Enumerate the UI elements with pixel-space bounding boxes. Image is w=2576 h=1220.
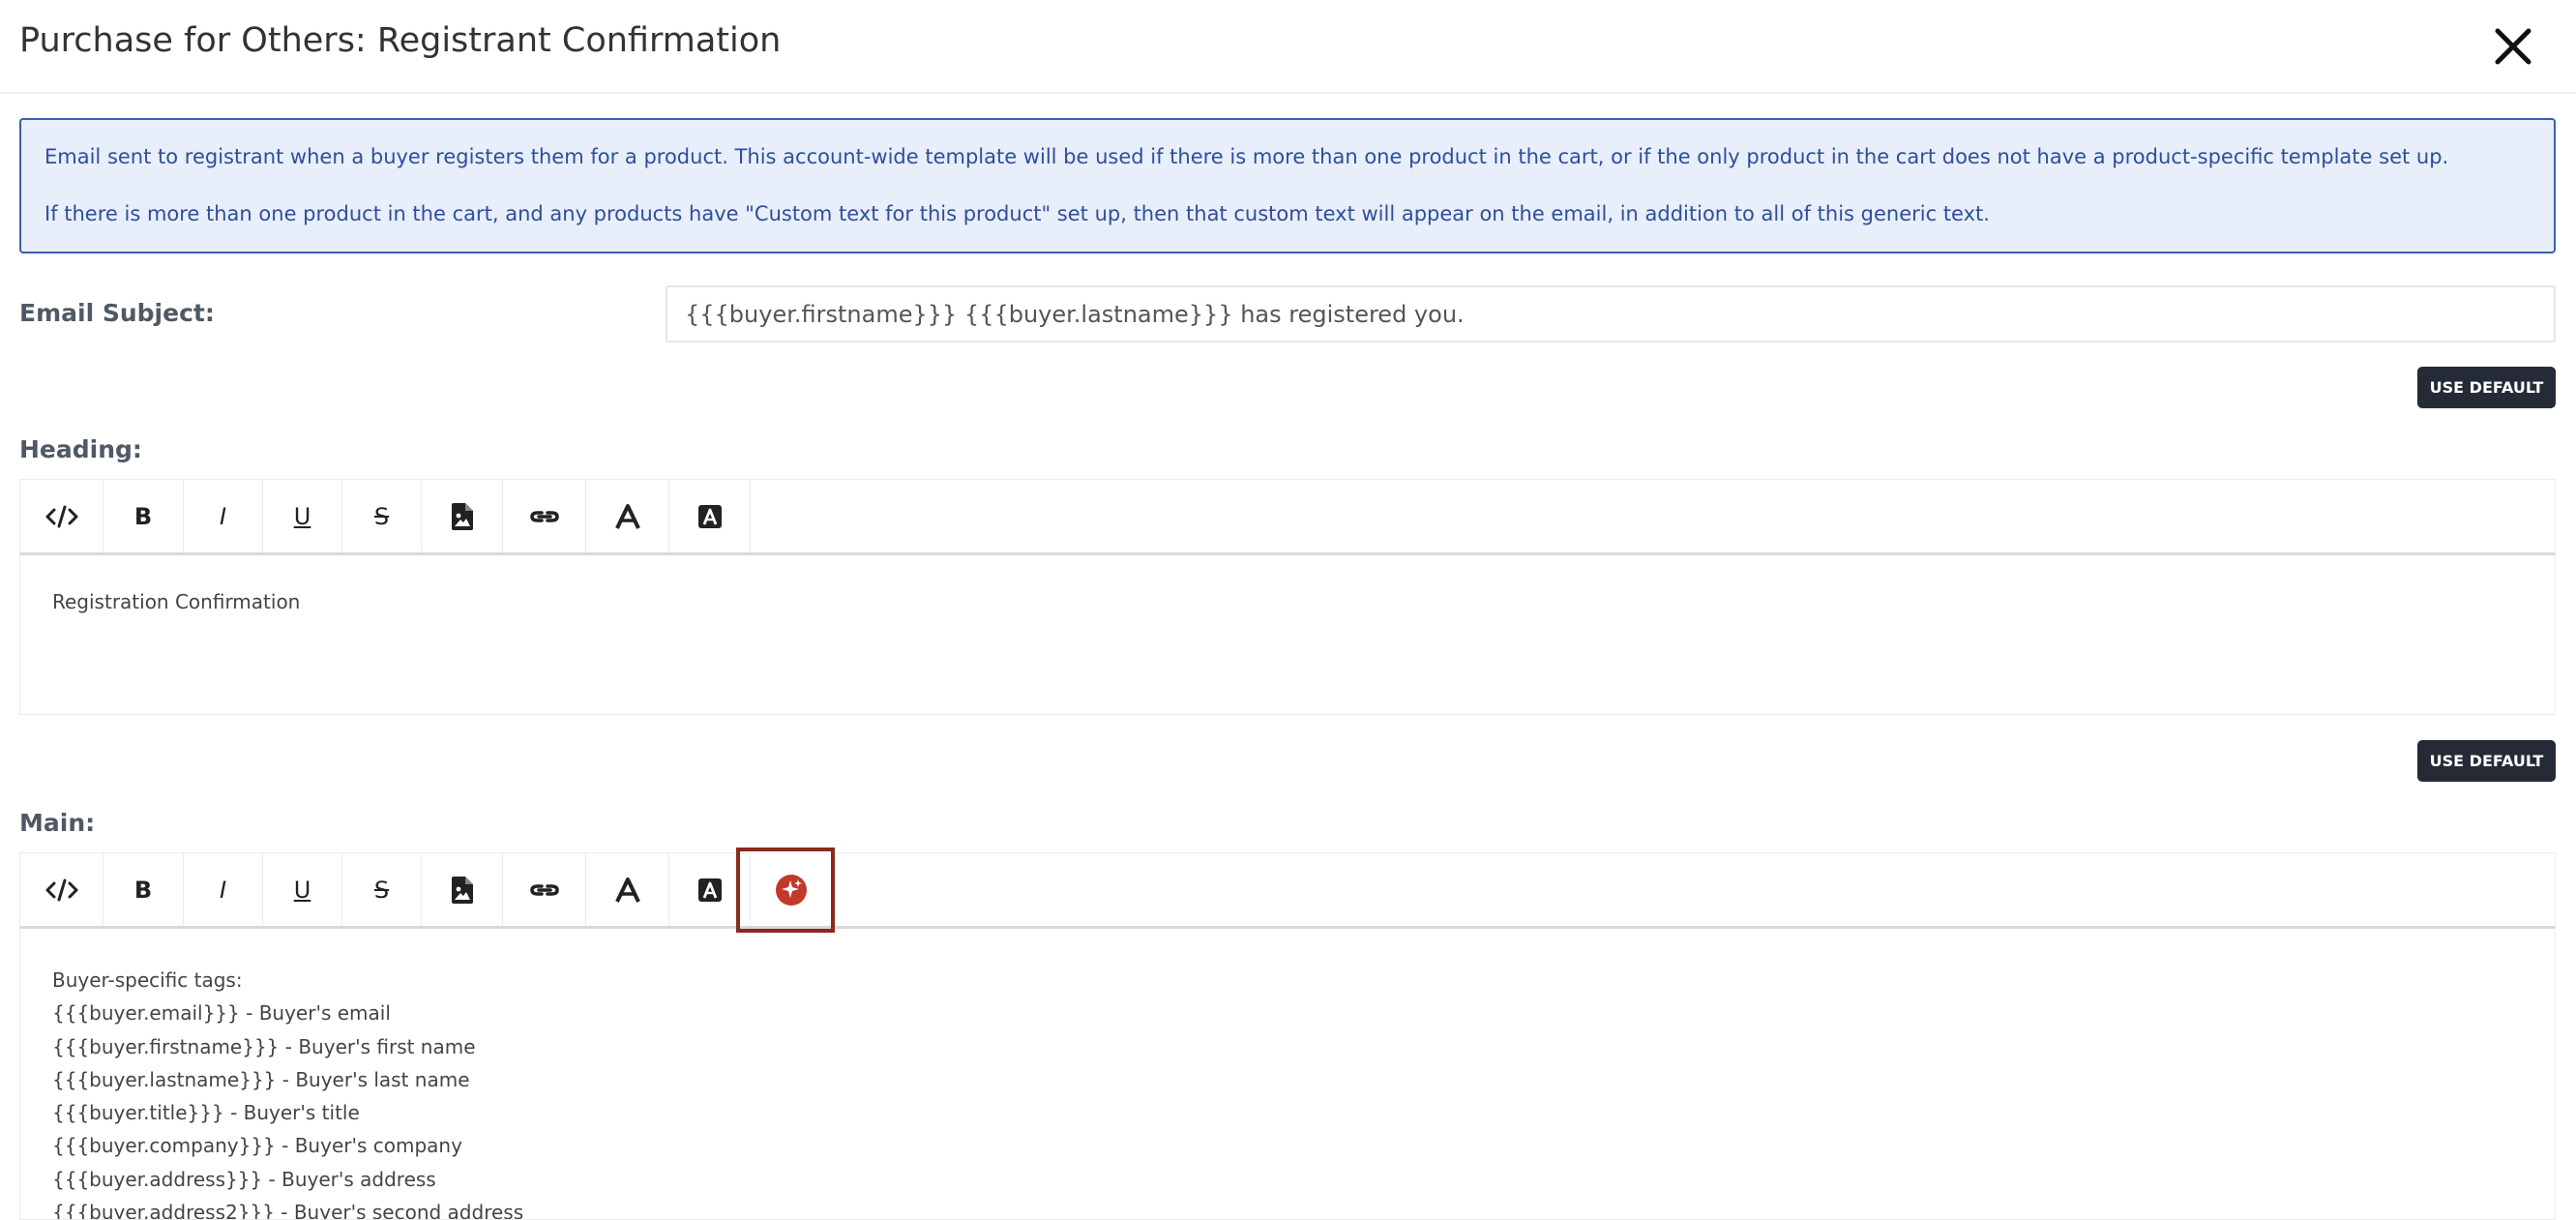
info-alert: Email sent to registrant when a buyer re… bbox=[19, 118, 2556, 253]
background-color-button[interactable] bbox=[669, 480, 751, 552]
sparkle-icon bbox=[776, 874, 807, 906]
font-color-icon bbox=[614, 503, 640, 529]
italic-button[interactable]: I bbox=[184, 480, 263, 552]
background-color-button[interactable] bbox=[669, 853, 751, 926]
ai-assistant-button[interactable] bbox=[751, 853, 832, 926]
underline-button[interactable]: U bbox=[263, 853, 342, 926]
code-view-button[interactable] bbox=[20, 853, 104, 926]
font-background-icon bbox=[697, 504, 722, 528]
modal-header: Purchase for Others: Registrant Confirma… bbox=[0, 0, 2576, 94]
use-default-button-heading[interactable]: USE DEFAULT bbox=[2417, 367, 2556, 408]
heading-editor-content[interactable]: Registration Confirmation bbox=[20, 555, 2555, 714]
font-background-icon bbox=[697, 878, 722, 902]
modal-title: Purchase for Others: Registrant Confirma… bbox=[19, 21, 782, 60]
main-content-lines: Buyer-specific tags: {{{buyer.email}}} -… bbox=[52, 964, 523, 1219]
main-line: Buyer-specific tags: bbox=[52, 968, 243, 992]
insert-link-button[interactable] bbox=[503, 853, 586, 926]
underline-button[interactable]: U bbox=[263, 480, 342, 552]
main-line: {{{buyer.address}}} - Buyer's address bbox=[52, 1167, 436, 1191]
email-subject-label: Email Subject: bbox=[19, 299, 215, 327]
main-label: Main: bbox=[19, 809, 96, 837]
underline-icon: U bbox=[293, 876, 311, 904]
info-text-1: Email sent to registrant when a buyer re… bbox=[44, 145, 2449, 168]
code-icon bbox=[45, 505, 77, 527]
heading-toolbar: B I U S bbox=[20, 480, 2555, 555]
heading-label: Heading: bbox=[19, 435, 142, 463]
strikethrough-button[interactable]: S bbox=[342, 853, 422, 926]
main-line: {{{buyer.address2}}} - Buyer's second ad… bbox=[52, 1201, 524, 1219]
main-editor: B I U S Buyer-specific tags: {{{buyer.em… bbox=[19, 848, 2556, 1220]
main-editor-content[interactable]: Buyer-specific tags: {{{buyer.email}}} -… bbox=[20, 929, 2555, 1219]
main-line: {{{buyer.email}}} - Buyer's email bbox=[52, 1001, 391, 1026]
italic-icon: I bbox=[219, 502, 227, 530]
strikethrough-icon: S bbox=[373, 876, 390, 904]
main-line: {{{buyer.firstname}}} - Buyer's first na… bbox=[52, 1034, 476, 1058]
bold-icon: B bbox=[133, 502, 153, 530]
bold-button[interactable]: B bbox=[104, 480, 184, 552]
code-icon bbox=[45, 878, 77, 901]
image-file-icon bbox=[451, 876, 473, 904]
font-color-icon bbox=[614, 877, 640, 903]
email-subject-input[interactable] bbox=[666, 285, 2556, 342]
insert-image-button[interactable] bbox=[422, 480, 503, 552]
main-line: {{{buyer.title}}} - Buyer's title bbox=[52, 1101, 360, 1125]
link-icon bbox=[529, 883, 559, 896]
italic-icon: I bbox=[219, 876, 227, 904]
use-default-button-main[interactable]: USE DEFAULT bbox=[2417, 740, 2556, 782]
close-icon bbox=[2495, 28, 2532, 65]
bold-icon: B bbox=[133, 876, 153, 904]
heading-text: Registration Confirmation bbox=[52, 590, 301, 613]
close-button[interactable] bbox=[2492, 25, 2534, 68]
italic-button[interactable]: I bbox=[184, 853, 263, 926]
main-toolbar: B I U S bbox=[20, 848, 2555, 933]
main-line: {{{buyer.company}}} - Buyer's company bbox=[52, 1134, 462, 1158]
bold-button[interactable]: B bbox=[104, 853, 184, 926]
heading-editor: B I U S Registration Confirmation bbox=[19, 479, 2556, 715]
underline-icon: U bbox=[293, 502, 311, 530]
font-color-button[interactable] bbox=[586, 480, 669, 552]
image-file-icon bbox=[451, 502, 473, 530]
strikethrough-icon: S bbox=[373, 502, 390, 530]
info-text-2: If there is more than one product in the… bbox=[44, 202, 1990, 225]
font-color-button[interactable] bbox=[586, 853, 669, 926]
insert-image-button[interactable] bbox=[422, 853, 503, 926]
main-line: {{{buyer.lastname}}} - Buyer's last name bbox=[52, 1067, 470, 1091]
strikethrough-button[interactable]: S bbox=[342, 480, 422, 552]
code-view-button[interactable] bbox=[20, 480, 104, 552]
link-icon bbox=[529, 510, 559, 522]
insert-link-button[interactable] bbox=[503, 480, 586, 552]
